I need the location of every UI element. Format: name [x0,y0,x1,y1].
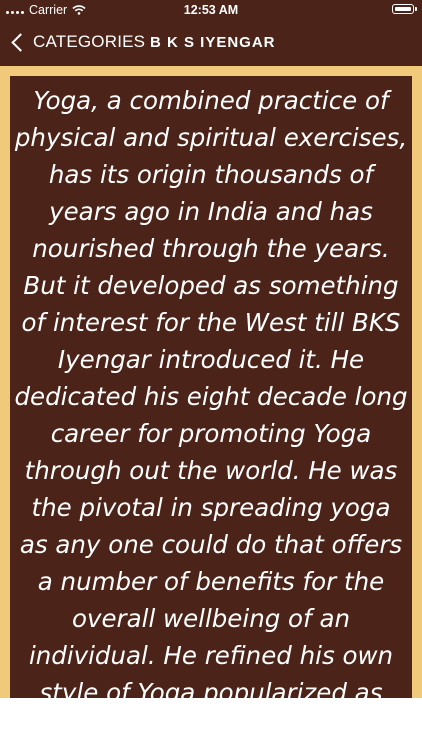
header-bar: Carrier 12:53 AM CATEGORIES B K S IYENGA… [0,0,422,66]
navigation-bar: CATEGORIES B K S IYENGAR [0,22,422,66]
text-card[interactable]: Yoga, a combined practice of physical an… [10,76,412,698]
chevron-left-icon [11,32,30,52]
status-bar: Carrier 12:53 AM [0,0,422,22]
content-frame: Yoga, a combined practice of physical an… [0,66,422,698]
page-title: B K S IYENGAR [150,34,276,51]
battery-icon [392,4,417,14]
bottom-area [0,698,422,750]
battery-level [392,4,417,14]
back-button[interactable]: CATEGORIES [8,32,145,52]
screen: Carrier 12:53 AM CATEGORIES B K S IYENGA… [0,0,422,750]
back-button-label: CATEGORIES [33,32,146,51]
article-text: Yoga, a combined practice of physical an… [14,86,408,698]
status-time: 12:53 AM [183,3,239,17]
